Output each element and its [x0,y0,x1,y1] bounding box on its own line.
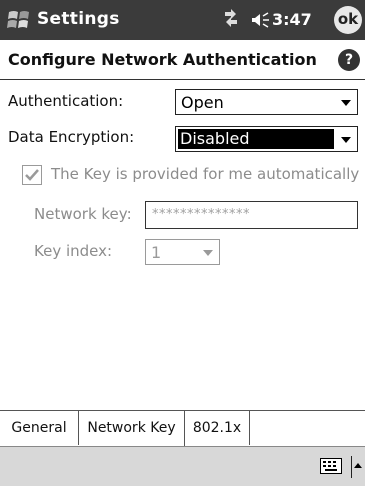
tab-8021x[interactable]: 802.1x [185,410,250,445]
tab-bar: General Network Key 802.1x [0,410,365,447]
key-auto-checkbox[interactable] [22,165,42,185]
network-key-value: ************** [152,207,250,222]
help-icon[interactable]: ? [338,49,360,71]
network-key-field[interactable]: ************** [145,201,358,229]
keyboard-icon[interactable] [320,458,342,474]
tab-bar-filler [250,410,365,445]
windows-start-icon[interactable] [6,7,32,33]
page-title: Configure Network Authentication [8,50,317,69]
network-key-label: Network key: [34,205,132,223]
authentication-value: Open [181,93,224,112]
encryption-dropdown[interactable]: Disabled [175,126,358,152]
chevron-down-icon [341,137,351,143]
key-index-label: Key index: [34,242,113,260]
encryption-value: Disabled [178,129,334,149]
page-header: Configure Network Authentication ? [0,41,365,80]
tab-general[interactable]: General [0,410,79,445]
title-bar: Settings 3:47 ok [0,0,365,40]
ok-button[interactable]: ok [334,6,362,34]
chevron-down-icon [203,250,213,256]
encryption-label: Data Encryption: [8,128,135,146]
input-panel-arrow-icon[interactable] [351,456,362,478]
volume-icon[interactable] [250,10,270,30]
authentication-dropdown[interactable]: Open [175,89,358,115]
key-index-value: 1 [151,243,162,262]
app-title: Settings [37,9,120,29]
menu-bar [0,446,365,486]
clock[interactable]: 3:47 [272,10,312,29]
authentication-label: Authentication: [8,92,124,110]
connectivity-icon[interactable] [222,8,240,30]
key-index-dropdown[interactable]: 1 [145,239,220,265]
chevron-down-icon [341,100,351,106]
key-auto-label[interactable]: The Key is provided for me automatically [51,165,359,183]
checkmark-icon [25,169,39,181]
tab-network-key[interactable]: Network Key [79,411,185,446]
